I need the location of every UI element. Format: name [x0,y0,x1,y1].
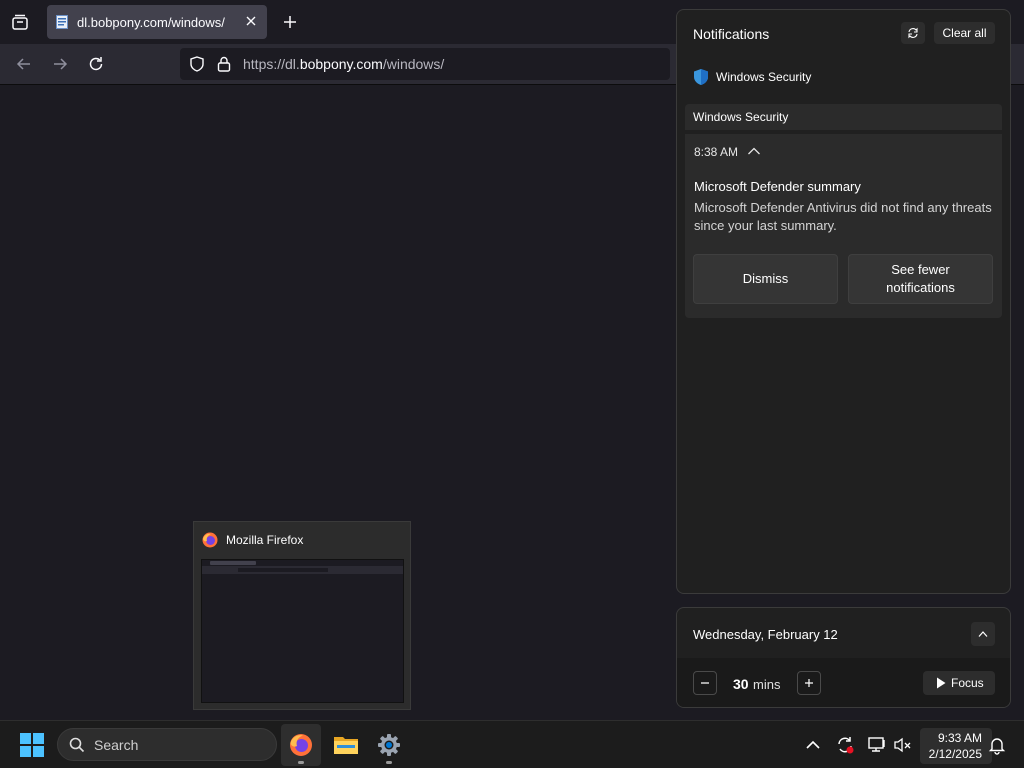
windows-update-tray-icon[interactable] [835,735,855,755]
group-header-label: Windows Security [693,110,789,124]
see-fewer-notifications-button[interactable]: See fewer notifications [848,254,993,304]
taskbar-app-firefox[interactable] [281,724,321,766]
running-indicator [298,761,304,764]
minus-icon [701,682,709,684]
url-text[interactable]: https://dl.bobpony.com/windows/ [243,56,444,72]
url-prefix: https://dl. [243,56,300,72]
decrease-focus-time-button[interactable] [693,671,717,695]
folder-icon [334,737,358,754]
app-name: Windows Security [716,70,812,84]
chevron-up-icon[interactable] [747,146,761,156]
windows-logo-icon [20,733,44,757]
firefox-window-preview[interactable]: Mozilla Firefox [193,521,411,710]
notification-heading: Microsoft Defender summary [694,179,861,194]
dismiss-button[interactable]: Dismiss [693,254,838,304]
focus-duration-value: 30 [733,676,749,692]
chevron-up-icon [978,631,988,637]
clear-all-button[interactable]: Clear all [934,22,995,44]
gear-icon [378,734,400,756]
notification-bell-button[interactable] [987,735,1007,755]
new-tab-button[interactable] [280,12,300,32]
running-indicator [386,761,392,764]
do-not-disturb-button[interactable] [901,22,925,44]
preview-thumbnail [201,559,404,703]
plus-icon [805,679,813,687]
tab-title: dl.bobpony.com/windows/ [77,15,225,30]
start-focus-button[interactable]: Focus [923,671,995,695]
show-hidden-icons-button[interactable] [803,735,823,755]
url-domain: bobpony.com [299,56,383,72]
focus-duration-unit: mins [753,677,781,692]
network-tray-icon[interactable] [867,735,887,755]
focus-session-row: 30 mins Focus [677,658,1010,707]
notification-time: 8:38 AM [694,145,739,159]
notification-body: Microsoft Defender Antivirus did not fin… [694,200,992,233]
thumbnail-nav-strip [202,566,403,574]
arrow-left-icon [16,58,30,70]
preview-title: Mozilla Firefox [226,533,304,547]
notification-toast[interactable]: 8:38 AM Microsoft Defender summary Micro… [685,134,1002,318]
lock-icon[interactable] [217,56,231,72]
bell-icon [988,738,1006,755]
close-tab-icon[interactable] [244,14,258,28]
expand-calendar-button[interactable] [971,622,995,646]
taskbar-clock[interactable]: 9:33 AM 2/12/2025 [920,728,992,764]
clock-time: 9:33 AM [937,731,982,745]
search-placeholder: Search [94,737,139,753]
increase-focus-time-button[interactable] [797,671,821,695]
taskbar-app-settings[interactable] [369,724,409,766]
do-not-disturb-icon [908,27,918,39]
taskbar: Search 9:33 AM 2/12/2025 [0,720,1024,768]
reload-button[interactable] [86,54,106,74]
calendar-panel: Wednesday, February 12 30 mins Focus [676,607,1011,708]
calendar-date: Wednesday, February 12 [693,627,838,642]
play-icon [937,677,946,689]
taskbar-search-box[interactable]: Search [57,728,277,761]
volume-muted-icon [894,737,911,753]
firefox-icon [202,532,218,548]
url-path: /windows/ [382,56,445,72]
windows-security-icon [694,69,708,85]
forward-button[interactable] [50,54,70,74]
notification-center: Notifications Clear all Windows Security… [676,9,1011,594]
tab-list-icon [12,14,28,30]
notification-group-header[interactable]: Windows Security [685,104,1002,130]
plus-icon [284,16,296,28]
tab-list-button[interactable] [8,10,32,34]
reload-icon [89,57,103,71]
firefox-icon [290,734,312,756]
back-button[interactable] [14,54,34,74]
tracking-shield-icon[interactable] [189,56,205,72]
clock-date: 2/12/2025 [928,747,982,761]
page-favicon-icon [56,15,68,29]
browser-tab[interactable]: dl.bobpony.com/windows/ [47,5,267,39]
sync-icon [838,737,854,754]
search-icon [69,737,85,753]
chevron-up-icon [806,740,820,749]
notifications-title: Notifications [693,26,770,42]
url-bar[interactable]: https://dl.bobpony.com/windows/ [180,48,670,80]
taskbar-app-file-explorer[interactable] [325,724,365,766]
arrow-right-icon [54,58,68,70]
network-icon [868,737,885,752]
focus-button-label: Focus [951,676,984,690]
volume-tray-icon[interactable] [893,735,913,755]
start-button[interactable] [20,733,44,757]
